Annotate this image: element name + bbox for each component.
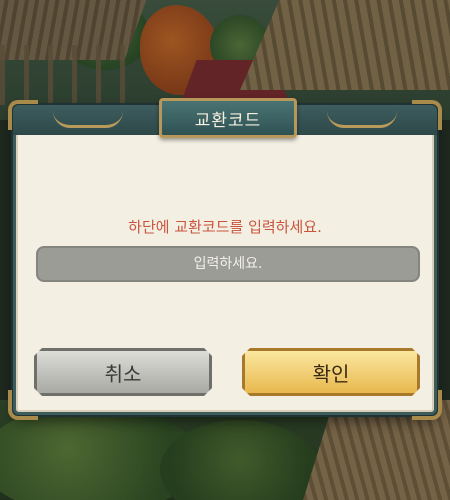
ornament-swirl-icon bbox=[327, 111, 397, 128]
instruction-text: 하단에 교환코드를 입력하세요. bbox=[128, 218, 322, 236]
cancel-button[interactable]: 취소 bbox=[34, 348, 212, 396]
redeem-code-dialog: 교환코드 하단에 교환코드를 입력하세요. 취소 확인 bbox=[8, 98, 442, 420]
redeem-code-input[interactable] bbox=[36, 246, 420, 282]
dialog-title: 교환코드 bbox=[194, 110, 262, 131]
corner-ornament-icon bbox=[8, 390, 38, 420]
corner-ornament-icon bbox=[412, 100, 442, 130]
corner-ornament-icon bbox=[8, 100, 38, 130]
ornament-swirl-icon bbox=[53, 111, 123, 128]
dialog-title-plate: 교환코드 bbox=[159, 98, 297, 138]
cancel-button-label: 취소 bbox=[104, 361, 142, 386]
corner-ornament-icon bbox=[412, 390, 442, 420]
confirm-button-label: 확인 bbox=[312, 361, 350, 386]
confirm-button[interactable]: 확인 bbox=[242, 348, 420, 396]
